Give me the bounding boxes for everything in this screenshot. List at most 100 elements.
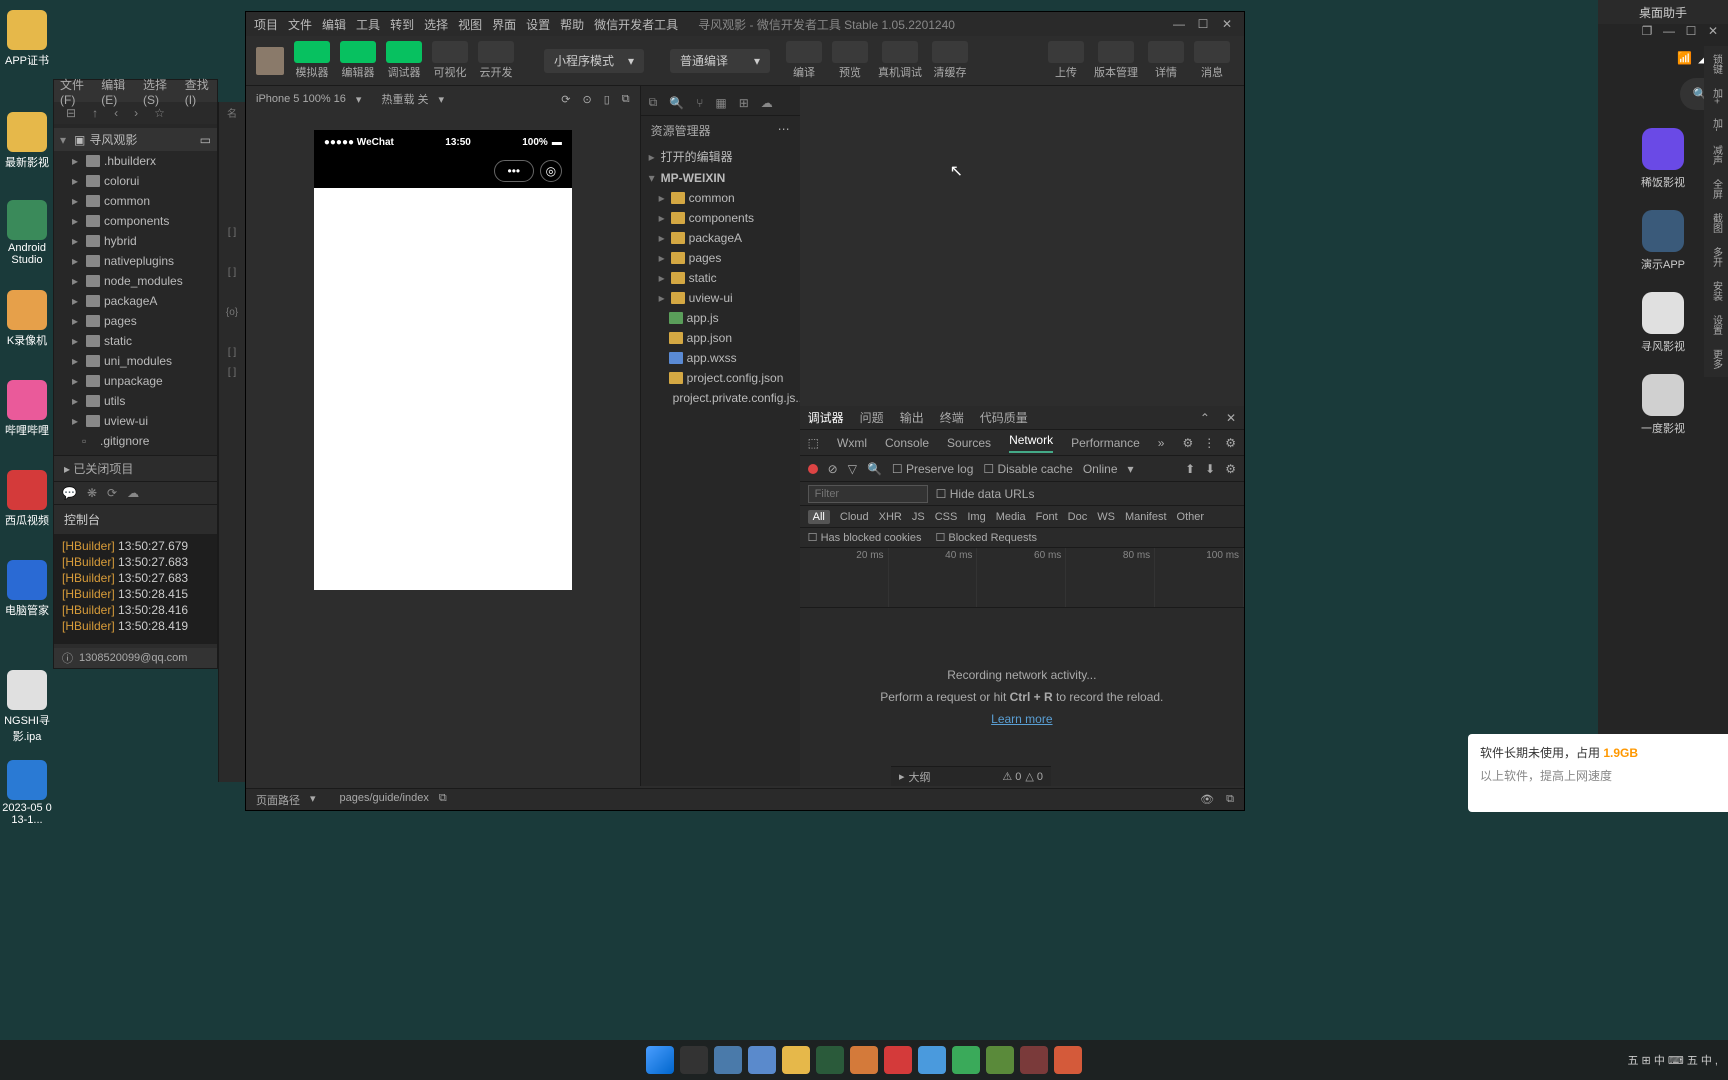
menu-item[interactable]: 视图 [458,16,482,33]
tab-sources[interactable]: Sources [947,436,991,450]
taskbar-app1[interactable] [714,1046,742,1074]
minimize-button[interactable]: — [1170,17,1188,31]
side-app[interactable]: 寻风影视 [1641,292,1685,354]
filter-type[interactable]: XHR [879,511,902,523]
tab-console[interactable]: Console [885,436,929,450]
menu-item[interactable]: 查找(I) [185,76,211,107]
phone-close-button[interactable]: ◎ [540,160,562,182]
forward-icon[interactable]: › [134,106,138,120]
toolbar-button[interactable]: 版本管理 [1090,41,1142,80]
cloud-icon[interactable]: ☁ [127,486,139,500]
filter-type[interactable]: CSS [935,511,958,523]
bug-icon[interactable]: ❋ [87,486,97,500]
menu-item[interactable]: 界面 [492,16,516,33]
filter-type[interactable]: All [808,510,830,524]
filter-input[interactable] [808,485,928,503]
side-min-icon[interactable]: — [1660,24,1678,46]
taskbar-app2[interactable] [748,1046,776,1074]
menu-item[interactable]: 文件 [288,16,312,33]
side-app[interactable]: 一度影视 [1641,374,1685,436]
explorer-file[interactable]: app.js [641,308,800,328]
sync-icon[interactable]: ⟳ [107,486,117,500]
explorer-folder[interactable]: ▸uview-ui [641,288,800,308]
close-panel-icon[interactable]: ✕ [1226,411,1236,425]
collapse-icon[interactable]: ⊟ [66,106,76,120]
branch-icon[interactable]: ⑂ [696,96,703,110]
desktop-icon[interactable]: 2023-05 0 13-1... [2,760,52,826]
net-gear-icon[interactable]: ⚙ [1225,462,1236,476]
tree-folder[interactable]: ▸uni_modules [54,351,217,371]
desktop-icon[interactable]: 最新影视 [2,112,52,170]
project-root-mp[interactable]: ▾MP-WEIXIN [641,168,800,188]
side-tool[interactable]: 设置 [1709,313,1724,337]
tab-quality[interactable]: 代码质量 [980,409,1028,426]
tree-folder[interactable]: ▸utils [54,391,217,411]
tree-folder[interactable]: ▸unpackage [54,371,217,391]
menu-item[interactable]: 工具 [356,16,380,33]
tree-folder[interactable]: ▸nativeplugins [54,251,217,271]
mode-select[interactable]: 小程序模式▾ [544,49,644,73]
tab-performance[interactable]: Performance [1071,436,1140,450]
explorer-folder[interactable]: ▸common [641,188,800,208]
side-app[interactable]: 稀饭影视 [1641,128,1685,190]
more-tabs-icon[interactable]: » [1158,436,1165,450]
gear-icon[interactable]: ⚙ [1182,436,1193,450]
explorer-file[interactable]: app.json [641,328,800,348]
refresh-icon[interactable]: ⟳ [561,93,570,106]
compile-select[interactable]: 普通编译▾ [670,49,770,73]
toolbar-button[interactable]: 详情 [1144,41,1188,80]
menu-item[interactable]: 文件(F) [60,76,89,107]
more-icon[interactable]: ⋯ [778,122,790,139]
filter-type[interactable]: Img [967,511,985,523]
tree-folder[interactable]: ▸uview-ui [54,411,217,431]
menu-item[interactable]: 项目 [254,16,278,33]
menu-item[interactable]: 编辑(E) [101,76,131,107]
explorer-folder[interactable]: ▸packageA [641,228,800,248]
toolbar-button[interactable]: 编译 [782,41,826,80]
taskbar-search[interactable] [680,1046,708,1074]
preserve-log-check[interactable]: ☐ Preserve log [892,462,973,476]
tab-network[interactable]: Network [1009,433,1053,453]
start-button[interactable] [646,1046,674,1074]
tree-folder[interactable]: ▸packageA [54,291,217,311]
tab-output[interactable]: 输出 [900,409,924,426]
eye-icon[interactable]: 👁 [1200,793,1214,806]
blocked-cookies-check[interactable]: ☐ Has blocked cookies [808,531,922,544]
side-max-icon[interactable]: ❐ [1638,24,1656,46]
upload-icon[interactable]: ⬆ [1185,462,1195,476]
desktop-icon[interactable]: 西瓜视频 [2,470,52,528]
taskbar-app8[interactable] [952,1046,980,1074]
toolbar-button[interactable]: 预览 [828,41,872,80]
side-tool[interactable]: 截图 [1709,211,1724,235]
side-tool[interactable]: 全屏 [1709,177,1724,201]
desktop-icon[interactable]: Android Studio [2,200,52,266]
desktop-icon[interactable]: K录像机 [2,290,52,348]
taskbar-app4[interactable] [816,1046,844,1074]
side-tool[interactable]: 多开 [1709,245,1724,269]
side-tool[interactable]: 安装 [1709,279,1724,303]
tree-folder[interactable]: ▸node_modules [54,271,217,291]
explorer-file[interactable]: project.private.config.js... [641,388,800,408]
gear2-icon[interactable]: ⚙ [1225,436,1236,450]
side-app[interactable]: 演示APP [1641,210,1685,272]
tree-folder[interactable]: ▸components [54,211,217,231]
tab-debugger[interactable]: 调试器 [808,409,844,426]
explorer-file[interactable]: project.config.json [641,368,800,388]
taskbar-app3[interactable] [782,1046,810,1074]
gitignore-file[interactable]: ▫.gitignore [54,431,217,451]
toolbar-button[interactable]: 云开发 [474,41,518,80]
menu-item[interactable]: 转到 [390,16,414,33]
filter-type[interactable]: JS [912,511,925,523]
taskbar-app5[interactable] [850,1046,878,1074]
star-icon[interactable]: ☆ [154,106,165,120]
chevron-up-icon[interactable]: ⌃ [1200,411,1210,425]
desktop-icon[interactable]: NGSHI寻影.ipa [2,670,52,744]
filter-type[interactable]: Cloud [840,511,869,523]
back-icon[interactable]: ‹ [114,106,118,120]
folder-icon[interactable]: ▭ [200,133,211,147]
side-tool[interactable]: 减声 [1709,143,1724,167]
search-icon[interactable]: 🔍 [669,96,684,110]
toolbar-button[interactable]: 调试器 [382,41,426,80]
copy-icon[interactable]: ⧉ [649,95,658,110]
box-icon[interactable]: ▦ [715,96,726,110]
